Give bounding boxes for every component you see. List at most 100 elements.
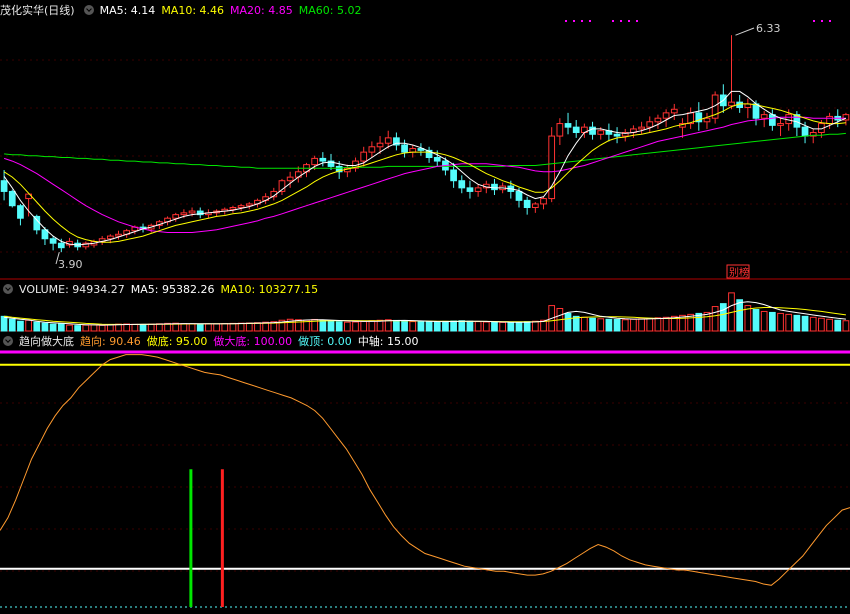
- volume-bar: [703, 311, 711, 332]
- volume-bar: [425, 321, 433, 332]
- volume-bar: [654, 317, 662, 332]
- volume-legend: VOLUME: 94934.27: [19, 282, 125, 296]
- volume-bar: [180, 323, 188, 332]
- signal-marker: [573, 20, 575, 22]
- signal-marker: [813, 20, 815, 22]
- volume-bar: [768, 311, 776, 332]
- bottom-legend: 做底: 95.00: [146, 335, 208, 348]
- volume-bar: [531, 320, 539, 332]
- candle-body: [564, 123, 572, 128]
- volume-bar: [90, 324, 98, 332]
- signal-marker: [589, 20, 591, 22]
- volume-ma10-line: [4, 307, 846, 325]
- candle-body: [491, 183, 498, 191]
- candle-body: [523, 199, 531, 209]
- volume-bar: [450, 320, 457, 332]
- badge-label: 别榜: [729, 266, 749, 279]
- trend-legend: 趋向: 90.46: [80, 335, 141, 348]
- volume-bar: [147, 323, 155, 332]
- volume-bar: [826, 318, 833, 332]
- candle-body: [237, 205, 245, 208]
- volume-bar: [662, 316, 670, 332]
- volume-bar: [482, 321, 490, 332]
- signal-marker: [581, 20, 583, 22]
- candle-body: [752, 103, 760, 119]
- candle-body: [401, 144, 408, 153]
- volume-bar: [401, 320, 408, 332]
- candle-body: [777, 123, 784, 126]
- candle-body: [670, 108, 678, 114]
- volume-bar: [221, 323, 229, 332]
- volume-bar: [254, 322, 261, 332]
- volume-bar: [393, 319, 400, 332]
- high-price-label: 6.33: [756, 22, 781, 35]
- candle-body: [531, 203, 539, 209]
- volume-bar: [368, 320, 376, 332]
- candle-body: [768, 114, 776, 126]
- signal-marker: [565, 20, 567, 22]
- volume-bar: [613, 318, 621, 332]
- candle-body: [760, 114, 768, 119]
- volume-bar: [507, 322, 515, 332]
- volume-bar: [106, 324, 114, 332]
- volume-bar: [630, 318, 637, 332]
- candle-body: [662, 112, 670, 119]
- candle-body: [572, 126, 580, 134]
- volume-bar: [474, 321, 482, 332]
- volume-bar: [131, 323, 139, 332]
- price-panel-header: 茂化实华(日线) MA5: 4.14 MA10: 4.46 MA20: 4.85…: [0, 2, 850, 18]
- candle-body: [458, 180, 466, 189]
- indicator-panel: [0, 350, 850, 608]
- volume-bar: [777, 312, 784, 332]
- volume-bar: [0, 315, 8, 332]
- candle-body: [450, 169, 457, 182]
- volume-bar: [237, 322, 245, 332]
- volume-bar: [205, 323, 212, 332]
- candle-body: [654, 117, 662, 123]
- indicator-panel-header: 趋向做大底 趋向: 90.46 做底: 95.00 做大底: 100.00 做顶…: [0, 333, 850, 349]
- volume-bar: [319, 319, 327, 332]
- candle-body: [556, 123, 564, 137]
- volume-bar: [736, 299, 744, 332]
- volume-bar: [842, 320, 850, 332]
- volume-bar: [57, 323, 65, 332]
- candle-body: [229, 207, 237, 210]
- candle-body: [319, 157, 327, 162]
- candle-body: [433, 157, 441, 162]
- volume-bar: [8, 318, 16, 332]
- stock-chart[interactable]: 6.33 3.90 别榜: [0, 0, 850, 614]
- volume-bar: [499, 321, 507, 332]
- candle-body: [703, 117, 711, 123]
- volume-bar: [327, 320, 335, 332]
- signal-marker: [636, 20, 638, 22]
- price-panel: [0, 20, 850, 265]
- signal-marker: [612, 20, 614, 22]
- volume-panel: [0, 292, 850, 332]
- candle-body: [311, 157, 319, 166]
- candle-body: [180, 212, 188, 216]
- volume-bar: [245, 322, 253, 332]
- candle-body: [515, 190, 523, 201]
- volume-bar: [834, 319, 842, 332]
- volume-bar: [376, 319, 384, 332]
- volume-bar: [564, 312, 572, 332]
- candle-body: [466, 187, 474, 192]
- volume-bar: [433, 321, 441, 332]
- volume-bar: [589, 317, 596, 332]
- ma20-legend: MA20: 4.85: [230, 3, 293, 17]
- low-price-label: 3.90: [58, 258, 83, 271]
- axis-legend: 中轴: 15.00: [357, 335, 419, 348]
- volume-bar: [139, 324, 147, 332]
- ma5-line: [3, 90, 847, 246]
- candle-body: [801, 126, 809, 137]
- collapse-toggle-icon[interactable]: [3, 284, 13, 294]
- collapse-toggle-icon[interactable]: [3, 336, 13, 346]
- candle-body: [286, 176, 294, 182]
- volume-bar: [66, 324, 73, 332]
- candle-body: [57, 242, 65, 249]
- volume-bar: [343, 321, 351, 332]
- collapse-toggle-icon[interactable]: [83, 5, 94, 15]
- candle-body: [368, 146, 376, 153]
- volume-panel-header: VOLUME: 94934.27 MA5: 95382.26 MA10: 103…: [0, 281, 850, 297]
- candle-body: [474, 187, 482, 192]
